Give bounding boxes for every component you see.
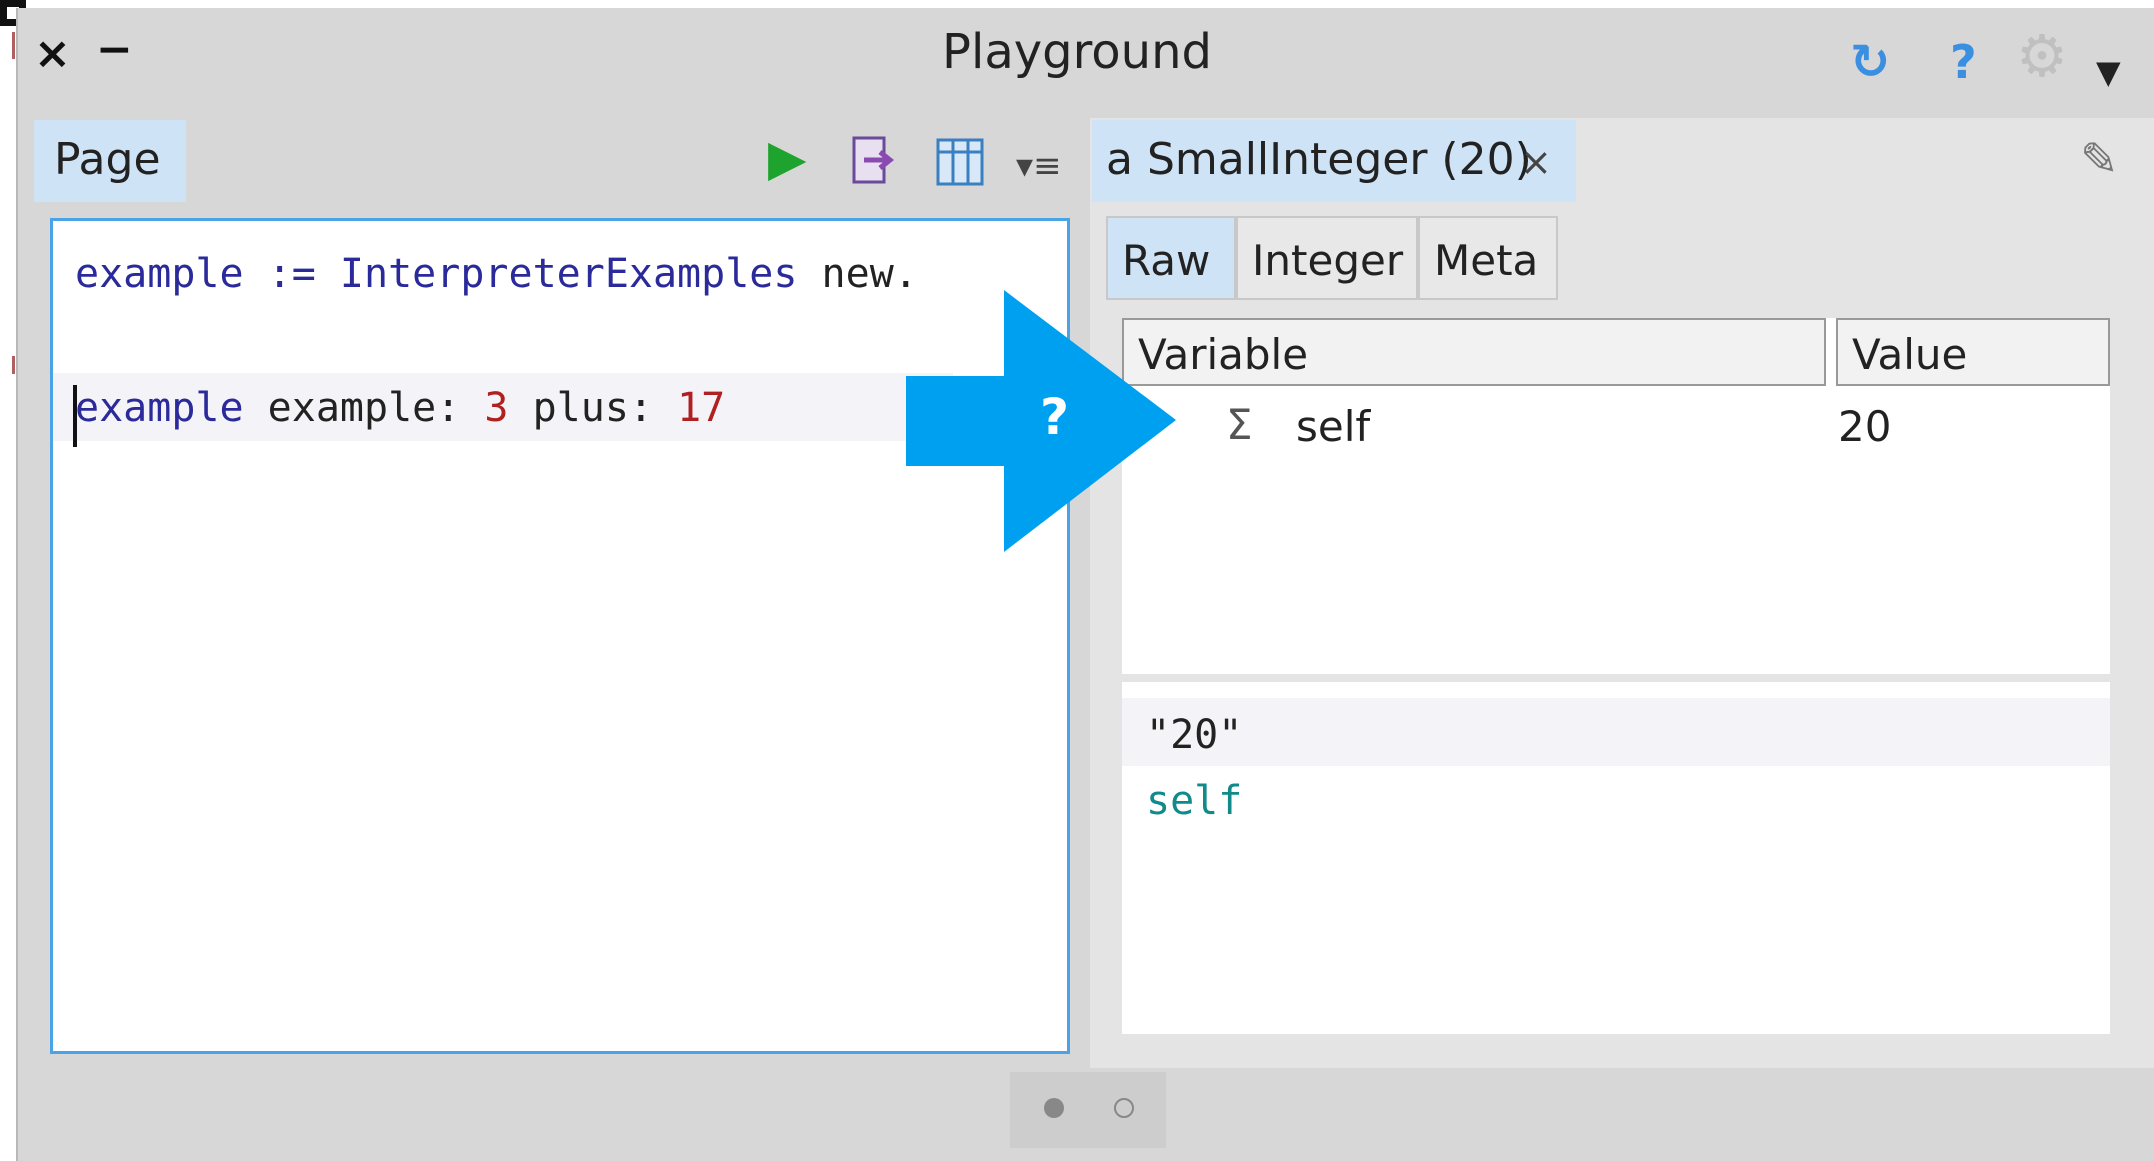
code-line-1: example := InterpreterExamples new. — [75, 251, 918, 297]
evaluator-line-2: self — [1146, 778, 1243, 824]
evaluator-editor[interactable]: "20" self — [1122, 682, 2110, 1034]
help-icon[interactable]: ? — [1950, 34, 1977, 90]
text-cursor — [73, 385, 77, 447]
menu-down-icon[interactable]: ▼ — [2096, 44, 2121, 100]
tab-page[interactable]: Page — [34, 120, 186, 202]
current-line-highlight — [1122, 698, 2110, 766]
code-token: new. — [797, 251, 918, 297]
code-token: 3 — [484, 385, 509, 431]
tab-meta[interactable]: Meta — [1418, 216, 1558, 300]
code-token: plus: — [508, 385, 678, 431]
table-row-value[interactable]: 20 — [1838, 402, 1891, 451]
more-icon[interactable]: ▾≡ — [1016, 138, 1062, 194]
code-line-2: example example: 3 plus: 17 — [75, 385, 725, 431]
doit-icon[interactable] — [852, 136, 894, 184]
overlay-question-label: ? — [1040, 388, 1070, 446]
page-indicator — [1010, 1072, 1166, 1148]
column-header-variable[interactable]: Variable — [1122, 318, 1826, 386]
window-title: Playground — [942, 24, 1212, 80]
sigma-icon: Σ — [1226, 400, 1253, 449]
run-icon[interactable]: ▶ — [768, 130, 806, 186]
close-icon[interactable]: × — [1520, 140, 1552, 184]
evaluator-line-1: "20" — [1146, 712, 1243, 758]
column-header-value[interactable]: Value — [1836, 318, 2110, 386]
tab-inspector[interactable]: a SmallInteger (20) — [1092, 120, 1576, 202]
gear-icon[interactable]: ⚙ — [2016, 27, 2068, 85]
code-token: example: — [243, 385, 485, 431]
columns-icon[interactable] — [936, 138, 984, 186]
tab-raw[interactable]: Raw — [1106, 216, 1236, 300]
edit-icon[interactable]: ✎ — [2080, 132, 2119, 186]
page-dot[interactable] — [1114, 1098, 1134, 1118]
tab-page-label: Page — [54, 134, 161, 185]
tab-inspector-label: a SmallInteger (20) — [1106, 134, 1532, 185]
code-token: example — [75, 385, 244, 431]
page-dot-active[interactable] — [1044, 1098, 1064, 1118]
background-window-edge — [12, 32, 15, 482]
tab-integer[interactable]: Integer — [1236, 216, 1418, 300]
code-token: example := — [75, 251, 316, 297]
code-token: 17 — [677, 385, 726, 431]
variables-table: Variable Value Σ self 20 — [1122, 318, 2110, 674]
table-row-variable[interactable]: self — [1296, 402, 1370, 451]
code-token: InterpreterExamples — [315, 251, 798, 297]
sync-icon[interactable]: ↻ — [1850, 34, 1890, 90]
